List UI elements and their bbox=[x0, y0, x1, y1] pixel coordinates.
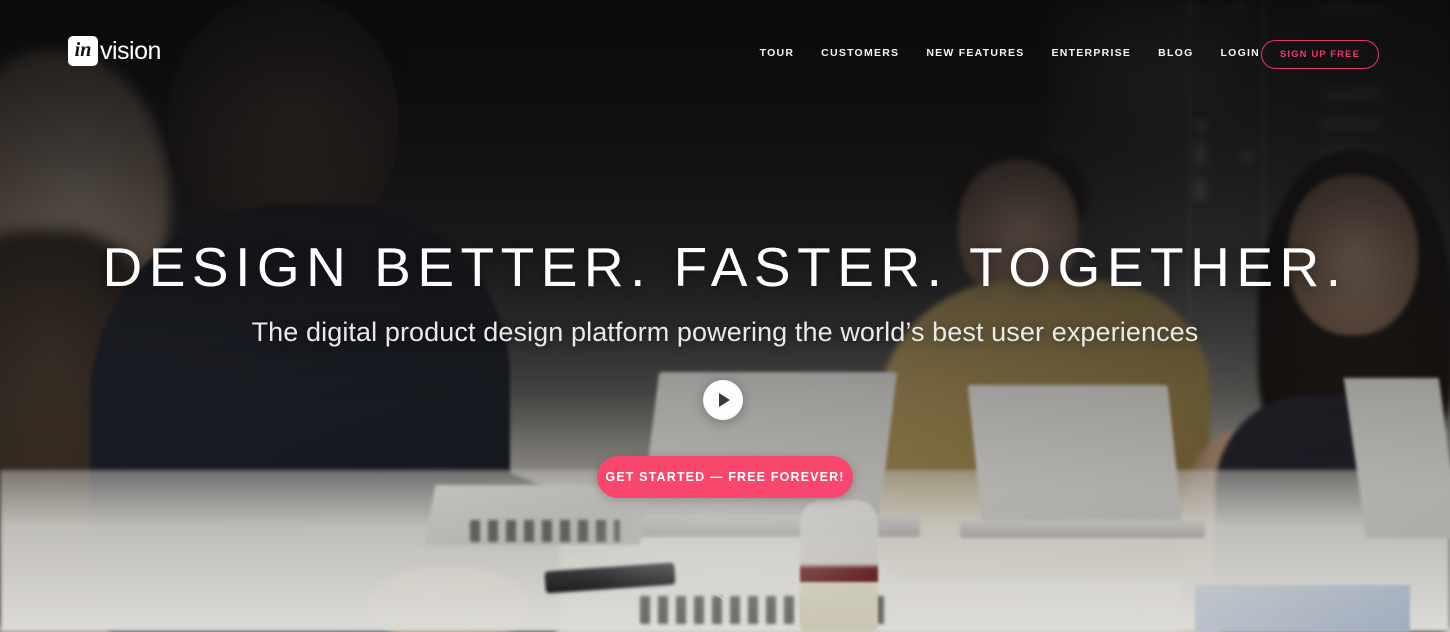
play-icon bbox=[719, 393, 730, 407]
nav-blog[interactable]: BLOG bbox=[1158, 47, 1193, 59]
primary-nav: TOUR CUSTOMERS NEW FEATURES ENTERPRISE B… bbox=[760, 47, 1260, 59]
nav-customers[interactable]: CUSTOMERS bbox=[821, 47, 899, 59]
scroll-down-button[interactable] bbox=[711, 588, 737, 604]
invision-logo[interactable]: in vision bbox=[68, 36, 161, 66]
hero-headline: DESIGN BETTER. FASTER. TOGETHER. bbox=[102, 236, 1348, 298]
invision-logo-wordmark: vision bbox=[100, 36, 161, 65]
nav-tour[interactable]: TOUR bbox=[760, 47, 795, 59]
hero-subheadline: The digital product design platform powe… bbox=[251, 317, 1199, 347]
play-video-button[interactable] bbox=[703, 380, 743, 420]
sign-up-free-button[interactable]: SIGN UP FREE bbox=[1261, 40, 1379, 69]
nav-new-features[interactable]: NEW FEATURES bbox=[926, 47, 1024, 59]
sign-up-free-label: SIGN UP FREE bbox=[1279, 49, 1361, 60]
get-started-button[interactable]: GET STARTED — FREE FOREVER! bbox=[597, 456, 853, 498]
nav-login[interactable]: LOGIN bbox=[1221, 47, 1261, 59]
nav-enterprise[interactable]: ENTERPRISE bbox=[1052, 47, 1132, 59]
get-started-label: GET STARTED — FREE FOREVER! bbox=[605, 470, 845, 484]
invision-logo-mark: in bbox=[68, 36, 98, 66]
chevron-down-icon bbox=[713, 591, 735, 601]
site-header: in vision TOUR CUSTOMERS NEW FEATURES EN… bbox=[0, 0, 1450, 108]
